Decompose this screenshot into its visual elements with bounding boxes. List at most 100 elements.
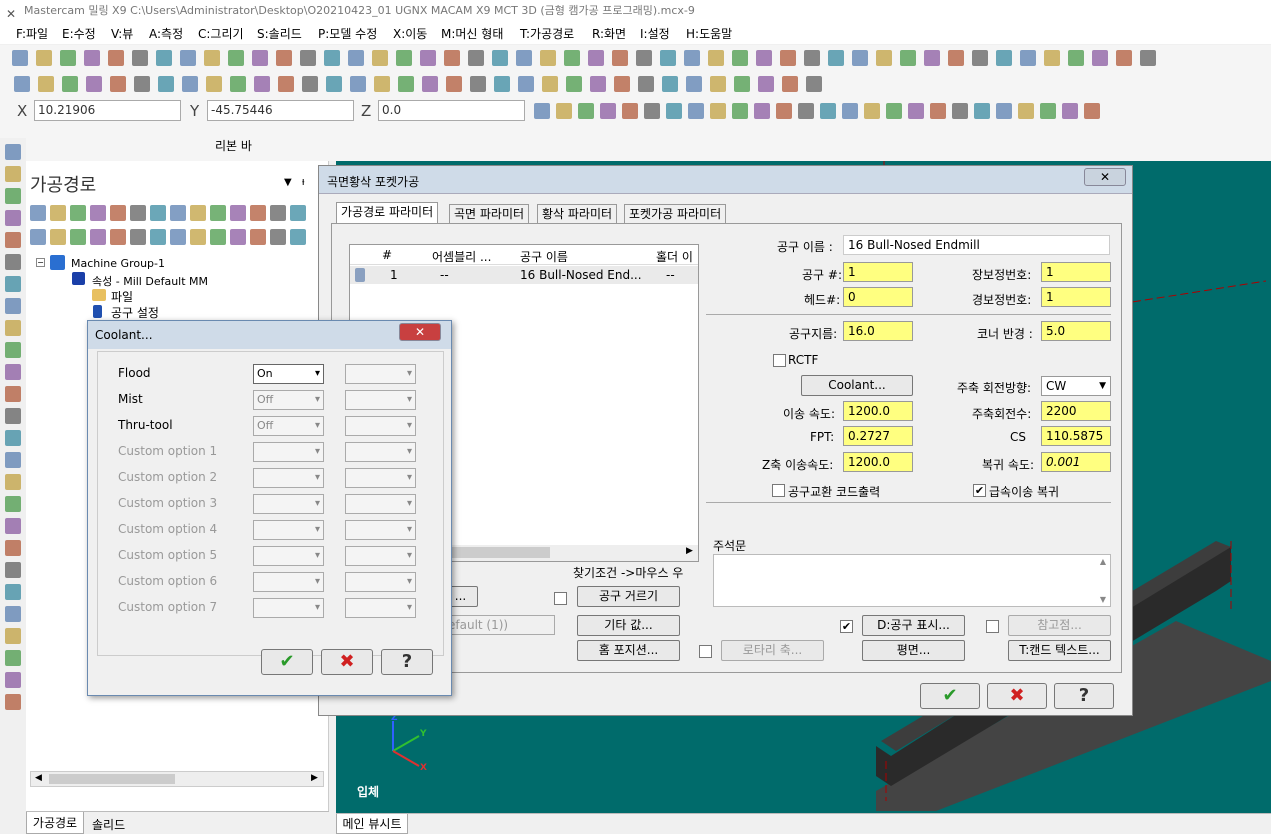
col-header-num[interactable]: # — [382, 248, 392, 262]
toolbar2-tool-24-icon[interactable] — [566, 76, 582, 92]
menu-help[interactable]: H:도움말 — [686, 25, 732, 42]
toolbar2-tool-20-icon[interactable] — [470, 76, 486, 92]
toolbar1-tool-31-icon[interactable] — [732, 50, 748, 66]
toolbar2-tool-12-icon[interactable] — [278, 76, 294, 92]
toolbar1-tool-41-icon[interactable] — [972, 50, 988, 66]
head-num-field[interactable]: 0 — [843, 287, 913, 307]
left-tool-16-icon[interactable] — [5, 474, 21, 490]
toolbar1-tool-45-icon[interactable] — [1068, 50, 1084, 66]
menu-analyze[interactable]: A:측정 — [149, 25, 183, 42]
tab-surface-params[interactable]: 곡면 파라미터 — [449, 204, 530, 224]
coordbar-tool-13-icon[interactable] — [798, 103, 814, 119]
toolchange-code-checkbox[interactable] — [772, 484, 785, 497]
toolbar2-tool-22-icon[interactable] — [518, 76, 534, 92]
toolbar2-tool-31-icon[interactable] — [734, 76, 750, 92]
menu-settings[interactable]: I:설정 — [640, 25, 670, 42]
panel-tool-row1-11-icon[interactable] — [230, 205, 246, 221]
toolbar1-tool-48-icon[interactable] — [1140, 50, 1156, 66]
coordbar-tool-22-icon[interactable] — [996, 103, 1012, 119]
coordbar-tool-3-icon[interactable] — [578, 103, 594, 119]
toolbar2-tool-4-icon[interactable] — [86, 76, 102, 92]
left-tool-22-icon[interactable] — [5, 606, 21, 622]
show-tool-button[interactable]: D:공구 표시... — [862, 615, 965, 636]
table-row[interactable]: 1 -- 16 Bull-Nosed End... -- — [350, 266, 698, 284]
tool-name-field[interactable]: 16 Bull-Nosed Endmill — [843, 235, 1110, 255]
panel-tool-row2-5-icon[interactable] — [110, 229, 126, 245]
toolbar1-tool-20-icon[interactable] — [468, 50, 484, 66]
coolant-option-code-select[interactable] — [345, 364, 416, 384]
coordbar-tool-14-icon[interactable] — [820, 103, 836, 119]
left-tool-18-icon[interactable] — [5, 518, 21, 534]
show-tool-checkbox[interactable]: ✔ — [840, 620, 853, 633]
expand-group-icon[interactable]: − — [36, 258, 45, 267]
coolant-option-code-select[interactable] — [345, 468, 416, 488]
comment-scroll-down-icon[interactable]: ▼ — [1100, 595, 1106, 604]
left-tool-5-icon[interactable] — [5, 232, 21, 248]
coolant-option-code-select[interactable] — [345, 390, 416, 410]
scroll-left-icon[interactable]: ◀ — [35, 773, 42, 783]
comment-textarea[interactable]: ▲ ▼ — [713, 554, 1111, 607]
table-scroll-right-icon[interactable]: ▶ — [686, 546, 693, 556]
toolbar1-tool-3-icon[interactable] — [60, 50, 76, 66]
toolbar1-tool-8-icon[interactable] — [180, 50, 196, 66]
toolbar1-tool-25-icon[interactable] — [588, 50, 604, 66]
spindle-speed-field[interactable]: 2200 — [1041, 401, 1111, 421]
panel-tool-row1-3-icon[interactable] — [70, 205, 86, 221]
toolbar1-tool-14-icon[interactable] — [324, 50, 340, 66]
menu-screen[interactable]: R:화면 — [592, 25, 626, 42]
left-tool-2-icon[interactable] — [5, 166, 21, 182]
toolbar2-tool-13-icon[interactable] — [302, 76, 318, 92]
toolbar2-tool-30-icon[interactable] — [710, 76, 726, 92]
home-position-button[interactable]: 홈 포지션... — [577, 640, 680, 661]
panel-tool-row2-13-icon[interactable] — [270, 229, 286, 245]
toolbar2-tool-29-icon[interactable] — [686, 76, 702, 92]
coordbar-tool-17-icon[interactable] — [886, 103, 902, 119]
rotary-axis-button[interactable]: 로타리 축... — [721, 640, 824, 661]
toolbar2-tool-16-icon[interactable] — [374, 76, 390, 92]
coolant-cancel-button[interactable]: ✖ — [321, 649, 373, 675]
coolant-option-select[interactable] — [253, 520, 324, 540]
panel-tool-row2-12-icon[interactable] — [250, 229, 266, 245]
toolbar1-tool-22-icon[interactable] — [516, 50, 532, 66]
menu-model-edit[interactable]: P:모델 수정 — [318, 25, 377, 42]
dialog-cancel-button[interactable]: ✖ — [987, 683, 1047, 709]
pin-icon[interactable]: ᵼ — [302, 175, 304, 188]
left-tool-1-icon[interactable] — [5, 144, 21, 160]
toolbar1-tool-12-icon[interactable] — [276, 50, 292, 66]
coolant-option-select[interactable] — [253, 546, 324, 566]
toolbar1-tool-9-icon[interactable] — [204, 50, 220, 66]
coolant-option-code-select[interactable] — [345, 494, 416, 514]
plane-button[interactable]: 평면... — [862, 640, 965, 661]
toolbar1-tool-18-icon[interactable] — [420, 50, 436, 66]
toolbar1-tool-33-icon[interactable] — [780, 50, 796, 66]
coolant-option-select[interactable] — [253, 598, 324, 618]
menu-draw[interactable]: C:그리기 — [198, 25, 244, 42]
toolbar2-tool-8-icon[interactable] — [182, 76, 198, 92]
toolbar2-tool-33-icon[interactable] — [782, 76, 798, 92]
toolbar1-tool-26-icon[interactable] — [612, 50, 628, 66]
menu-machine[interactable]: M:머신 형태 — [441, 25, 503, 42]
coordbar-tool-7-icon[interactable] — [666, 103, 682, 119]
canned-text-button[interactable]: T:캔드 텍스트... — [1008, 640, 1111, 661]
coordbar-tool-12-icon[interactable] — [776, 103, 792, 119]
toolbar2-tool-2-icon[interactable] — [38, 76, 54, 92]
coordbar-tool-21-icon[interactable] — [974, 103, 990, 119]
fpt-field[interactable]: 0.2727 — [843, 426, 913, 446]
coolant-option-code-select[interactable] — [345, 546, 416, 566]
default-field[interactable]: efault (1)) — [443, 615, 555, 635]
toolbar1-tool-32-icon[interactable] — [756, 50, 772, 66]
panel-tool-row2-6-icon[interactable] — [130, 229, 146, 245]
left-tool-23-icon[interactable] — [5, 628, 21, 644]
left-tool-7-icon[interactable] — [5, 276, 21, 292]
coordbar-tool-26-icon[interactable] — [1084, 103, 1100, 119]
coordbar-tool-18-icon[interactable] — [908, 103, 924, 119]
toolbar1-tool-40-icon[interactable] — [948, 50, 964, 66]
toolbar1-tool-24-icon[interactable] — [564, 50, 580, 66]
coolant-option-select[interactable]: Off — [253, 390, 324, 410]
toolbar1-tool-36-icon[interactable] — [852, 50, 868, 66]
corner-radius-field[interactable]: 5.0 — [1041, 321, 1111, 341]
toolbar1-tool-16-icon[interactable] — [372, 50, 388, 66]
panel-tool-row1-5-icon[interactable] — [110, 205, 126, 221]
col-header-holder[interactable]: 홀더 이 — [656, 248, 693, 265]
coolant-option-select[interactable]: On — [253, 364, 324, 384]
